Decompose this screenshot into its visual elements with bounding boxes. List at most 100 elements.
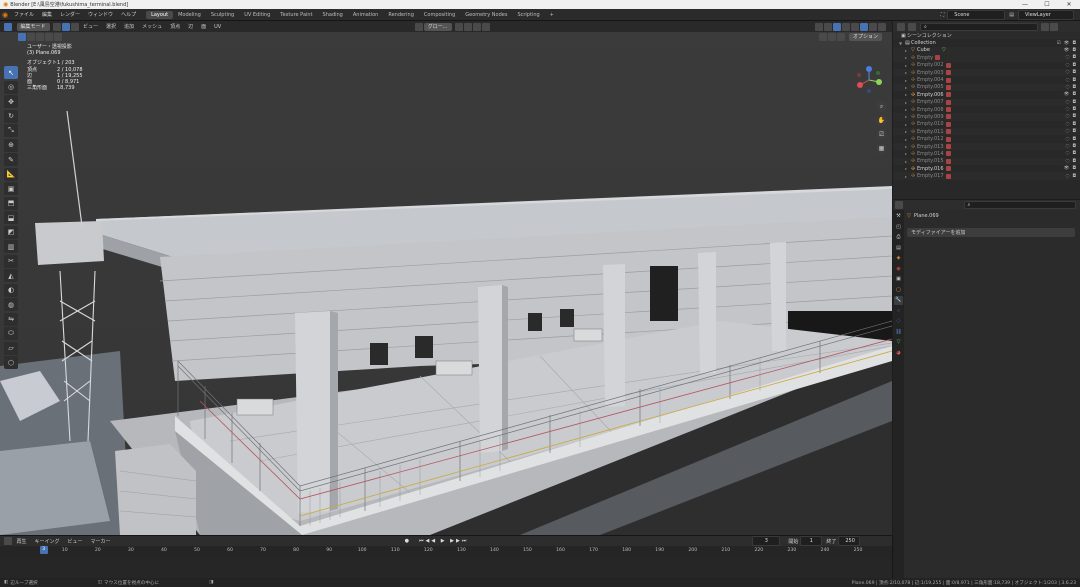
shading-rendered-icon[interactable] bbox=[878, 22, 886, 31]
filter-icon[interactable] bbox=[1041, 22, 1049, 31]
shading-solid-icon[interactable] bbox=[860, 22, 868, 31]
data-tab-icon[interactable]: ▽ bbox=[894, 338, 903, 347]
workspace-tab-geometry-nodes[interactable]: Geometry Nodes bbox=[460, 11, 512, 19]
eye-icon[interactable]: ◌ bbox=[1066, 63, 1070, 68]
knife-tool-icon[interactable]: ✂ bbox=[4, 254, 18, 268]
annotate-tool-icon[interactable]: ✎ bbox=[4, 153, 18, 166]
edge-slide-tool-icon[interactable]: ⇋ bbox=[4, 312, 18, 326]
menu-uv[interactable]: UV bbox=[210, 24, 225, 30]
outliner-item-empty[interactable]: ▸ ✣ Empty.005 ◌ ◘ bbox=[893, 83, 1080, 92]
shrink-fatten-tool-icon[interactable]: ⬭ bbox=[4, 327, 18, 340]
world-tab-icon[interactable]: ◉ bbox=[894, 264, 903, 273]
menu-edge[interactable]: 辺 bbox=[184, 23, 197, 30]
select-box-tool-icon[interactable]: ↖ bbox=[4, 66, 18, 79]
select-mode-invert-icon[interactable] bbox=[44, 33, 53, 41]
rotate-tool-icon[interactable]: ↻ bbox=[4, 109, 18, 123]
new-collection-icon[interactable] bbox=[1050, 22, 1058, 31]
properties-editor-icon[interactable] bbox=[895, 201, 903, 209]
minimize-button[interactable]: — bbox=[1014, 1, 1036, 8]
camera-icon[interactable]: ◘ bbox=[1072, 166, 1076, 171]
eye-icon[interactable]: ◌ bbox=[1066, 174, 1070, 179]
editor-type-icon[interactable] bbox=[4, 22, 12, 31]
menu-file[interactable]: ファイル bbox=[10, 11, 38, 18]
smooth-tool-icon[interactable]: ◍ bbox=[4, 298, 18, 311]
view-layer-selector[interactable]: ViewLayer bbox=[1018, 9, 1074, 20]
collection-tab-icon[interactable]: ▣ bbox=[894, 275, 903, 284]
menu-add[interactable]: 追加 bbox=[120, 23, 138, 30]
menu-window[interactable]: ウィンドウ bbox=[84, 11, 117, 18]
select-mode-subtract-icon[interactable] bbox=[35, 33, 44, 41]
eye-icon[interactable]: 👁 bbox=[1064, 166, 1070, 171]
modifier-tab-icon[interactable]: 🔧 bbox=[894, 295, 903, 305]
loop-cut-tool-icon[interactable]: ▥ bbox=[4, 240, 18, 253]
spin-tool-icon[interactable]: ◐ bbox=[4, 283, 18, 297]
camera-icon[interactable]: ◘ bbox=[1072, 107, 1076, 112]
workspace-tab-layout[interactable]: Layout bbox=[146, 10, 174, 19]
eye-icon[interactable]: ◌ bbox=[1066, 70, 1070, 75]
snap-icon[interactable] bbox=[463, 22, 472, 31]
cursor-tool-icon[interactable]: ◎ bbox=[4, 80, 18, 94]
camera-icon[interactable]: ◘ bbox=[1072, 100, 1076, 105]
camera-icon[interactable]: ◘ bbox=[1072, 78, 1076, 83]
eye-icon[interactable]: ◌ bbox=[1066, 151, 1070, 156]
camera-icon[interactable]: ◘ bbox=[1072, 55, 1076, 60]
particles-tab-icon[interactable]: ⁘ bbox=[894, 306, 903, 315]
menu-help[interactable]: ヘルプ bbox=[117, 11, 140, 18]
timeline-keyframe-area[interactable] bbox=[0, 557, 892, 579]
snap-target-icon[interactable] bbox=[472, 22, 481, 31]
eye-icon[interactable]: ◌ bbox=[1066, 137, 1070, 142]
scene-tab-icon[interactable]: ◈ bbox=[894, 254, 903, 263]
constraints-tab-icon[interactable]: ⛓ bbox=[894, 327, 903, 336]
workspace-tab-animation[interactable]: Animation bbox=[348, 11, 384, 19]
eye-icon[interactable]: ◌ bbox=[1066, 159, 1070, 164]
shading-material-icon[interactable] bbox=[869, 22, 877, 31]
workspace-tab-rendering[interactable]: Rendering bbox=[383, 11, 419, 19]
eye-icon[interactable]: ◌ bbox=[1066, 78, 1070, 83]
eye-icon[interactable]: ◌ bbox=[1066, 122, 1070, 127]
tool-tab-icon[interactable]: ⚒ bbox=[894, 212, 903, 221]
workspace-tab-sculpting[interactable]: Sculpting bbox=[206, 11, 239, 19]
select-mode-intersect-icon[interactable] bbox=[53, 33, 62, 41]
add-workspace-button[interactable]: + bbox=[545, 11, 559, 19]
render-tab-icon[interactable]: ◰ bbox=[894, 222, 903, 231]
menu-render[interactable]: レンダー bbox=[56, 11, 84, 18]
outliner-item-empty[interactable]: ▸ ✣ Empty.010 ◌ ◘ bbox=[893, 121, 1080, 128]
outliner-item-empty[interactable]: ▸ ✣ Empty.003 ◌ ◘ bbox=[893, 68, 1080, 77]
shear-tool-icon[interactable]: ▱ bbox=[4, 341, 18, 355]
eye-icon[interactable]: ◌ bbox=[1066, 107, 1070, 112]
menu-select[interactable]: 選択 bbox=[102, 23, 120, 30]
scene-selector[interactable]: Scene bbox=[947, 9, 1006, 20]
menu-marker[interactable]: マーカー bbox=[87, 538, 115, 545]
camera-icon[interactable]: ◘ bbox=[1072, 151, 1076, 156]
bevel-tool-icon[interactable]: ◩ bbox=[4, 225, 18, 239]
outliner-item-empty[interactable]: ▸ ✣ Empty.014 ◌ ◘ bbox=[893, 150, 1080, 157]
shading-wireframe-icon[interactable] bbox=[851, 22, 859, 31]
scale-tool-icon[interactable]: ⤡ bbox=[4, 124, 18, 137]
workspace-tab-texture-paint[interactable]: Texture Paint bbox=[275, 11, 317, 19]
mirror-z-icon[interactable] bbox=[836, 33, 845, 41]
pivot-point-icon[interactable] bbox=[454, 22, 463, 31]
camera-icon[interactable]: ◘ bbox=[1072, 129, 1076, 134]
workspace-tab-compositing[interactable]: Compositing bbox=[419, 11, 460, 19]
outliner-item-empty[interactable]: ▸ ✣ Empty.011 ◌ ◘ bbox=[893, 128, 1080, 136]
scene-collection-row[interactable]: ▣ シーンコレクション bbox=[893, 32, 1080, 40]
pan-hand-icon[interactable]: ✋ bbox=[876, 115, 887, 126]
object-tab-icon[interactable]: ▢ bbox=[894, 285, 903, 294]
select-mode-new-icon[interactable] bbox=[17, 33, 26, 41]
outliner-item-empty[interactable]: ▸ ✣ Empty.017 ◌ ◘ bbox=[893, 172, 1080, 180]
maximize-button[interactable]: ☐ bbox=[1036, 1, 1058, 8]
camera-icon[interactable]: ◘ bbox=[1072, 114, 1076, 119]
outliner-item-empty[interactable]: ▸ ✣ Empty.012 ◌ ◘ bbox=[893, 135, 1080, 142]
move-tool-icon[interactable]: ✥ bbox=[4, 95, 18, 108]
camera-view-icon[interactable]: ⎚ bbox=[876, 129, 887, 140]
outliner-item-empty[interactable]: ▸ ✣ Empty.009 ◌ ◘ bbox=[893, 113, 1080, 121]
eye-icon[interactable]: ◌ bbox=[1066, 114, 1070, 119]
end-frame-field[interactable]: 250 bbox=[838, 536, 861, 546]
eye-icon[interactable]: 👁 bbox=[1064, 92, 1070, 97]
transform-tool-icon[interactable]: ⊕ bbox=[4, 138, 18, 152]
3d-viewport[interactable]: 編集モード ビュー 選択 追加 メッシュ 頂点 辺 面 UV グロー... オプ… bbox=[0, 21, 892, 535]
inset-tool-icon[interactable]: ⬓ bbox=[4, 211, 18, 224]
show-gizmo-icon[interactable] bbox=[815, 22, 823, 31]
measure-tool-icon[interactable]: 📐 bbox=[4, 167, 18, 181]
outliner-item-empty[interactable]: ▸ ✣ Empty.002 ◌ ◘ bbox=[893, 62, 1080, 69]
